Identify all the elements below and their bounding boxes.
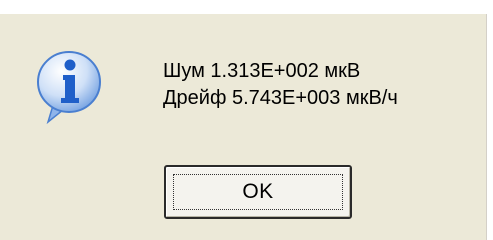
ok-button[interactable]: OK bbox=[164, 165, 352, 219]
ok-button-label: OK bbox=[242, 180, 274, 203]
message-dialog: Шум 1.313E+002 мкВ Дрейф 5.743E+003 мкВ/… bbox=[0, 14, 487, 240]
drift-message: Дрейф 5.743E+003 мкВ/ч bbox=[163, 87, 398, 109]
message-text: Шум 1.313E+002 мкВ Дрейф 5.743E+003 мкВ/… bbox=[163, 58, 398, 112]
info-icon bbox=[34, 48, 104, 128]
noise-message: Шум 1.313E+002 мкВ bbox=[163, 60, 361, 82]
